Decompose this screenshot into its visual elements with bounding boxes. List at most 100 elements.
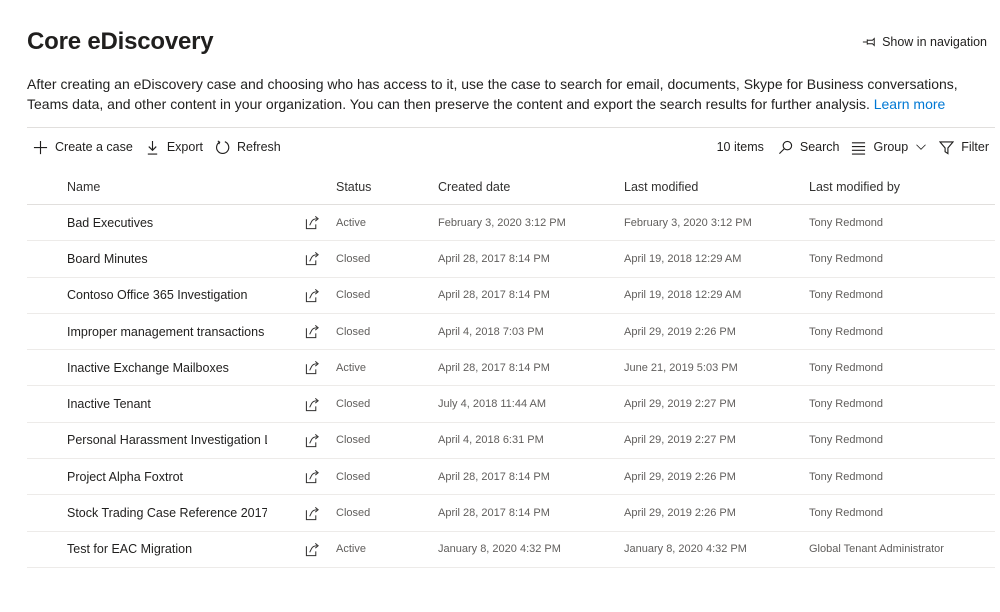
open-in-new-window-icon[interactable] (305, 397, 320, 412)
group-label: Group (873, 140, 909, 154)
created-date: February 3, 2020 3:12 PM (438, 216, 566, 229)
case-name[interactable]: Stock Trading Case Reference 2017-001 (27, 506, 267, 520)
last-modified-by: Tony Redmond (809, 398, 883, 411)
created-date: July 4, 2018 11:44 AM (438, 398, 547, 411)
created-date: April 28, 2017 8:14 PM (438, 289, 550, 302)
item-count: 10 items (716, 140, 764, 154)
filter-button[interactable]: Filter (933, 134, 995, 160)
case-status: Closed (336, 325, 371, 338)
page-description: After creating an eDiscovery case and ch… (27, 75, 987, 114)
table-row[interactable]: Improper management transactions (LD-...… (27, 314, 995, 351)
last-modified: April 29, 2019 2:26 PM (624, 325, 736, 338)
search-icon (778, 140, 793, 154)
download-icon (147, 140, 158, 155)
case-status: Closed (336, 398, 371, 411)
column-header-status[interactable]: Status (336, 180, 438, 194)
open-in-new-window-icon[interactable] (305, 360, 320, 375)
table-row[interactable]: Inactive Exchange Mailboxes Active April… (27, 350, 995, 387)
last-modified-by: Tony Redmond (809, 252, 883, 265)
case-name[interactable]: Personal Harassment Investigation LD-20.… (27, 433, 267, 447)
created-date: April 28, 2017 8:14 PM (438, 252, 550, 265)
search-label: Search (799, 140, 840, 154)
show-in-navigation-label: Show in navigation (882, 35, 987, 49)
cases-table: Name Status Created date Last modified L… (27, 170, 995, 568)
table-row[interactable]: Project Alpha Foxtrot Closed April 28, 2… (27, 459, 995, 496)
refresh-icon (216, 139, 230, 154)
last-modified: June 21, 2019 5:03 PM (624, 361, 738, 374)
case-status: Closed (336, 252, 371, 265)
open-in-new-window-icon[interactable] (305, 324, 320, 339)
created-date: April 4, 2018 6:31 PM (438, 434, 544, 447)
command-bar: Create a case Export Refresh 10 items Se… (27, 134, 995, 160)
last-modified-by: Tony Redmond (809, 434, 883, 447)
case-name[interactable]: Bad Executives (27, 216, 267, 230)
case-status: Closed (336, 289, 371, 302)
case-name[interactable]: Inactive Tenant (27, 397, 267, 411)
case-name[interactable]: Board Minutes (27, 252, 267, 266)
group-button[interactable]: Group (845, 134, 933, 160)
divider (27, 127, 995, 128)
description-text: After creating an eDiscovery case and ch… (27, 76, 958, 112)
last-modified-by: Tony Redmond (809, 289, 883, 302)
group-icon (852, 141, 866, 155)
page-title: Core eDiscovery (27, 28, 214, 55)
table-row[interactable]: Test for EAC Migration Active January 8,… (27, 532, 995, 568)
pin-icon (862, 37, 875, 47)
add-icon (33, 140, 48, 154)
export-button[interactable]: Export (139, 134, 209, 160)
case-status: Closed (336, 434, 371, 447)
filter-label: Filter (961, 140, 989, 154)
export-label: Export (166, 140, 203, 154)
column-header-last-modified[interactable]: Last modified (624, 180, 809, 194)
table-row[interactable]: Personal Harassment Investigation LD-20.… (27, 423, 995, 460)
table-row[interactable]: Board Minutes Closed April 28, 2017 8:14… (27, 241, 995, 278)
case-status: Active (336, 216, 366, 229)
case-name[interactable]: Improper management transactions (LD-... (27, 325, 267, 339)
table-row[interactable]: Inactive Tenant Closed July 4, 2018 11:4… (27, 386, 995, 423)
table-row[interactable]: Stock Trading Case Reference 2017-001 Cl… (27, 495, 995, 532)
case-name[interactable]: Contoso Office 365 Investigation (27, 288, 267, 302)
created-date: April 28, 2017 8:14 PM (438, 470, 550, 483)
open-in-new-window-icon[interactable] (305, 542, 320, 557)
open-in-new-window-icon[interactable] (305, 251, 320, 266)
table-row[interactable]: Bad Executives Active February 3, 2020 3… (27, 205, 995, 242)
last-modified: April 29, 2019 2:26 PM (624, 470, 736, 483)
case-status: Active (336, 361, 366, 374)
open-in-new-window-icon[interactable] (305, 288, 320, 303)
chevron-down-icon (916, 144, 927, 150)
last-modified: April 29, 2019 2:26 PM (624, 507, 736, 520)
show-in-navigation-button[interactable]: Show in navigation (862, 35, 987, 49)
created-date: April 4, 2018 7:03 PM (438, 325, 544, 338)
case-status: Closed (336, 507, 371, 520)
refresh-button[interactable]: Refresh (209, 134, 287, 160)
last-modified: February 3, 2020 3:12 PM (624, 216, 752, 229)
refresh-label: Refresh (236, 140, 281, 154)
command-bar-left: Create a case Export Refresh (27, 134, 287, 160)
case-name[interactable]: Test for EAC Migration (27, 542, 267, 556)
last-modified-by: Global Tenant Administrator (809, 543, 944, 556)
open-in-new-window-icon[interactable] (305, 469, 320, 484)
open-in-new-window-icon[interactable] (305, 506, 320, 521)
created-date: January 8, 2020 4:32 PM (438, 543, 561, 556)
table-body: Bad Executives Active February 3, 2020 3… (27, 205, 995, 568)
create-case-button[interactable]: Create a case (27, 134, 139, 160)
case-name[interactable]: Project Alpha Foxtrot (27, 470, 267, 484)
case-name[interactable]: Inactive Exchange Mailboxes (27, 361, 267, 375)
last-modified-by: Tony Redmond (809, 507, 883, 520)
last-modified-by: Tony Redmond (809, 216, 883, 229)
column-header-last-modified-by[interactable]: Last modified by (809, 180, 995, 194)
filter-icon (939, 140, 955, 155)
command-bar-right: 10 items Search Group Filter (717, 134, 995, 160)
last-modified: April 19, 2018 12:29 AM (624, 252, 742, 265)
column-header-created-date[interactable]: Created date (438, 180, 624, 194)
table-row[interactable]: Contoso Office 365 Investigation Closed … (27, 278, 995, 314)
open-in-new-window-icon[interactable] (305, 215, 320, 230)
last-modified-by: Tony Redmond (809, 325, 883, 338)
case-status: Active (336, 543, 366, 556)
learn-more-link[interactable]: Learn more (874, 96, 946, 112)
last-modified: April 19, 2018 12:29 AM (624, 289, 742, 302)
open-in-new-window-icon[interactable] (305, 433, 320, 448)
created-date: April 28, 2017 8:14 PM (438, 361, 550, 374)
search-button[interactable]: Search (772, 134, 846, 160)
column-header-name[interactable]: Name (27, 180, 267, 194)
